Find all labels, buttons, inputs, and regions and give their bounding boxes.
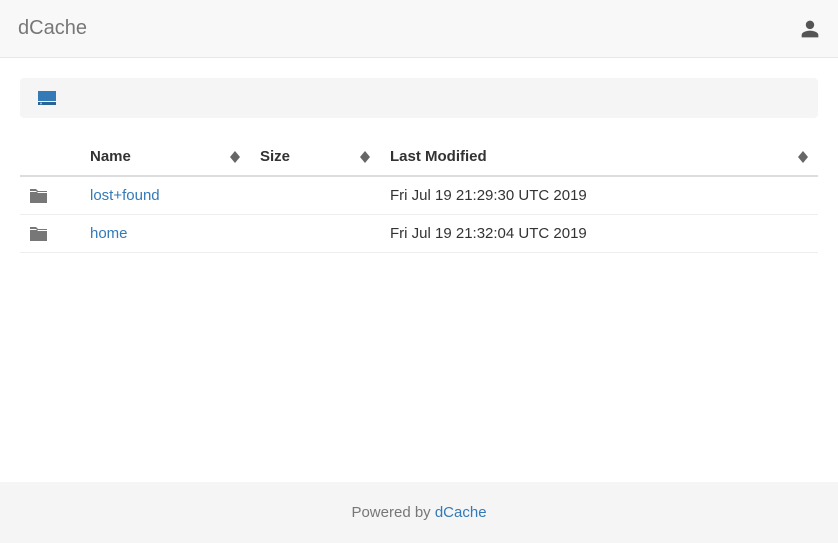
brand-title: dCache — [18, 17, 87, 40]
row-modified-cell: Fri Jul 19 21:29:30 UTC 2019 — [380, 176, 818, 215]
folder-icon — [30, 227, 70, 241]
column-header-name-label: Name — [90, 148, 131, 165]
row-modified-cell: Fri Jul 19 21:32:04 UTC 2019 — [380, 215, 818, 253]
footer-text: Powered by — [351, 504, 434, 521]
column-header-icon — [20, 138, 80, 176]
row-name-cell: lost+found — [80, 176, 250, 215]
table-row: home Fri Jul 19 21:32:04 UTC 2019 — [20, 215, 818, 253]
row-icon-cell — [20, 215, 80, 253]
disk-root-icon[interactable] — [38, 90, 56, 106]
column-header-modified[interactable]: Last Modified — [380, 138, 818, 176]
footer: Powered by dCache — [0, 482, 838, 543]
row-size-cell — [250, 215, 380, 253]
row-icon-cell — [20, 176, 80, 215]
file-link[interactable]: home — [90, 225, 128, 242]
breadcrumb — [20, 78, 818, 118]
folder-icon — [30, 189, 70, 203]
file-table-body: lost+found Fri Jul 19 21:29:30 UTC 2019 … — [20, 176, 818, 253]
content-area: Name Size — [0, 58, 838, 482]
file-link[interactable]: lost+found — [90, 187, 160, 204]
column-header-size[interactable]: Size — [250, 138, 380, 176]
table-row: lost+found Fri Jul 19 21:29:30 UTC 2019 — [20, 176, 818, 215]
row-size-cell — [250, 176, 380, 215]
sort-icon — [360, 151, 370, 163]
footer-link[interactable]: dCache — [435, 504, 487, 521]
column-header-size-label: Size — [260, 148, 290, 165]
navbar: dCache — [0, 0, 838, 58]
sort-icon — [230, 151, 240, 163]
row-name-cell: home — [80, 215, 250, 253]
sort-icon — [798, 151, 808, 163]
file-table: Name Size — [20, 138, 818, 253]
user-icon[interactable] — [800, 19, 820, 39]
column-header-name[interactable]: Name — [80, 138, 250, 176]
column-header-modified-label: Last Modified — [390, 148, 487, 165]
